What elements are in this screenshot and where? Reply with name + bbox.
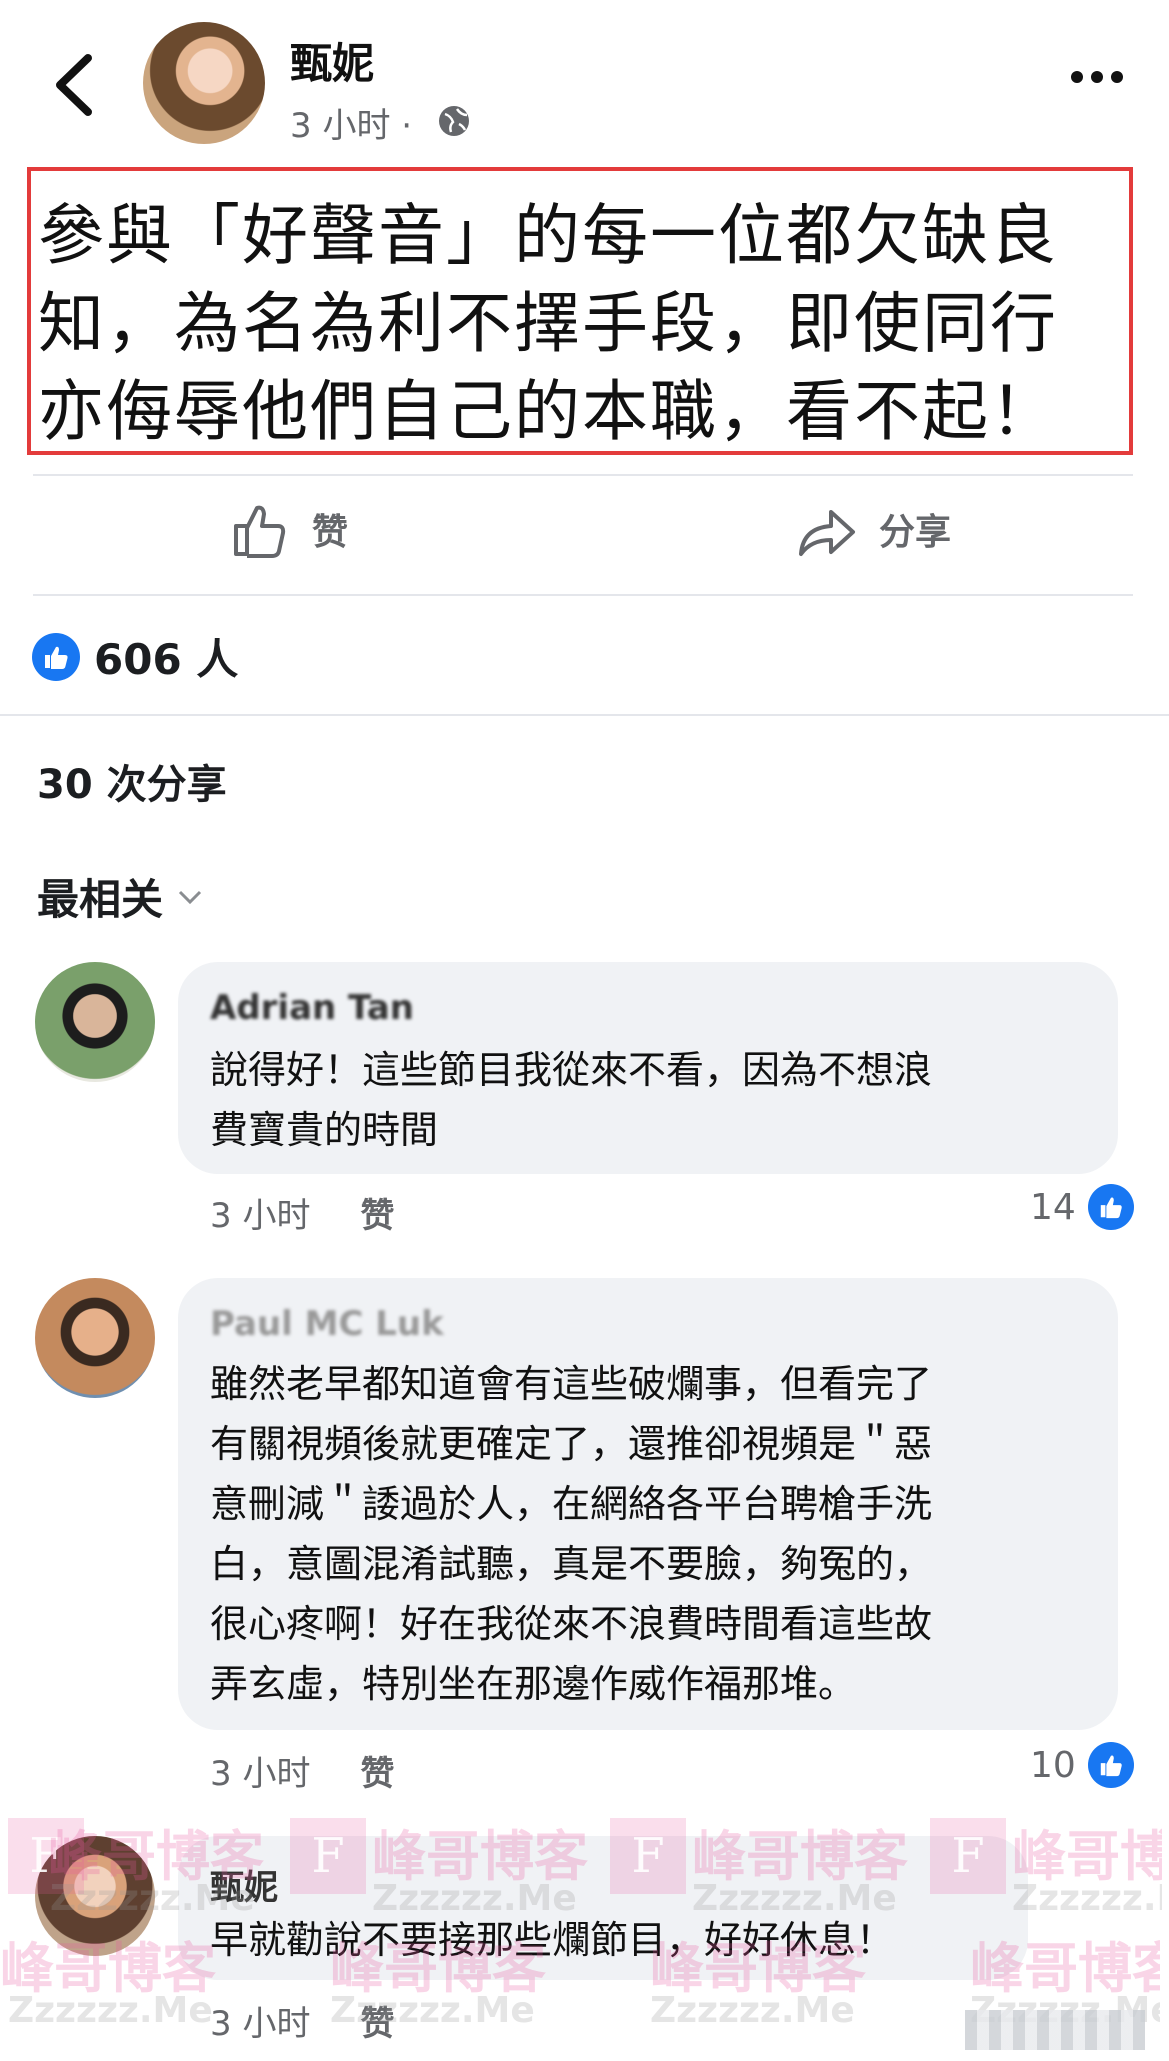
like-badge-icon (1087, 1184, 1134, 1230)
divider (33, 474, 1133, 476)
watermark-text: 峰哥博客 (1012, 1825, 1162, 1888)
post-text-line: 知，為名為利不擇手段，即使同行 (38, 285, 1058, 362)
post-text-line: 參與「好聲音」的每一位都欠缺良 (38, 197, 1058, 274)
comment-time: 3 小时 (210, 1196, 311, 1236)
comment-meta: 3 小时 赞 (210, 1188, 394, 1237)
section-divider (0, 714, 1169, 716)
chevron-down-icon (178, 890, 202, 904)
comment-text-line: 很心疼啊！好在我從來不浪費時間看這些故 (210, 1602, 933, 1646)
comment-like-button[interactable]: 赞 (360, 1196, 394, 1236)
thumbs-up-icon (234, 505, 286, 558)
comment-text-line: 有關視頻後就更確定了，還推卻視頻是＂惡 (210, 1422, 933, 1466)
comment-time: 3 小时 (210, 1754, 311, 1794)
comment-text-line: 費寶貴的時間 (210, 1108, 439, 1152)
reaction-count-text: 14 (1030, 1186, 1076, 1228)
commenter-name[interactable]: 甄妮 (210, 1860, 278, 1909)
comment-reaction-count[interactable]: 14 (1030, 1184, 1134, 1230)
share-count[interactable]: 30 次分享 (37, 752, 227, 810)
sort-label: 最相关 (37, 875, 164, 924)
author-avatar[interactable] (143, 22, 265, 144)
like-button[interactable]: 赞 (232, 500, 348, 558)
comment-text-line: 早就勸說不要接那些爛節目，好好休息！ (210, 1918, 895, 1962)
comment-like-button[interactable]: 赞 (360, 1754, 394, 1794)
comment-text-line: 弄玄虛，特別坐在那邊作威作福那堆。 (210, 1662, 857, 1706)
more-options-icon[interactable] (1070, 70, 1124, 84)
share-label: 分享 (879, 512, 952, 553)
share-arrow-icon (799, 510, 855, 556)
comment-text-line: 意刪減＂諉過於人，在網絡各平台聘槍手洗 (210, 1482, 933, 1526)
like-count[interactable]: 606 人 (32, 626, 238, 687)
back-arrow-icon[interactable] (48, 50, 108, 120)
post-text-line: 亦侮辱他們自己的本職，看不起！ (38, 373, 1058, 450)
pixelated-area (965, 2010, 1145, 2050)
like-badge-icon (1087, 1742, 1134, 1788)
reaction-count-text: 10 (1030, 1744, 1076, 1786)
comment-text-line: 說得好！這些節目我從來不看，因為不想浪 (210, 1048, 933, 1092)
comment-meta: 3 小时 赞 (210, 1996, 394, 2045)
watermark-sub: Zzzzzz.Me (650, 1990, 855, 2031)
sort-dropdown[interactable]: 最相关 (37, 866, 203, 927)
commenter-avatar[interactable] (35, 1278, 155, 1398)
comment-like-button[interactable]: 赞 (360, 2004, 394, 2044)
comment-text-line: 雖然老早都知道會有這些破爛事，但看完了 (210, 1362, 933, 1406)
globe-icon (439, 106, 469, 136)
commenter-avatar[interactable] (35, 1836, 155, 1956)
commenter-name[interactable]: Adrian Tan (210, 988, 414, 1028)
watermark-sub: Zzzzzz.Me (8, 1990, 213, 2031)
comment-text-line: 白，意圖混淆試聽，真是不要臉，夠冤的， (210, 1542, 933, 1586)
author-name[interactable]: 甄妮 (290, 30, 374, 91)
commenter-name[interactable]: Paul MC Luk (210, 1304, 444, 1344)
like-label: 赞 (312, 512, 349, 553)
comment-reaction-count[interactable]: 10 (1030, 1742, 1134, 1788)
like-badge-icon (32, 632, 80, 681)
watermark-sub: Zzzzzz.Me (1012, 1878, 1162, 1919)
post-time: 3 小时 · (290, 106, 413, 146)
share-button[interactable]: 分享 (797, 500, 951, 558)
divider (33, 594, 1133, 596)
like-count-text: 606 人 (94, 635, 239, 684)
commenter-avatar[interactable] (35, 962, 155, 1082)
comment-time: 3 小时 (210, 2004, 311, 2044)
comment-meta: 3 小时 赞 (210, 1746, 394, 1795)
